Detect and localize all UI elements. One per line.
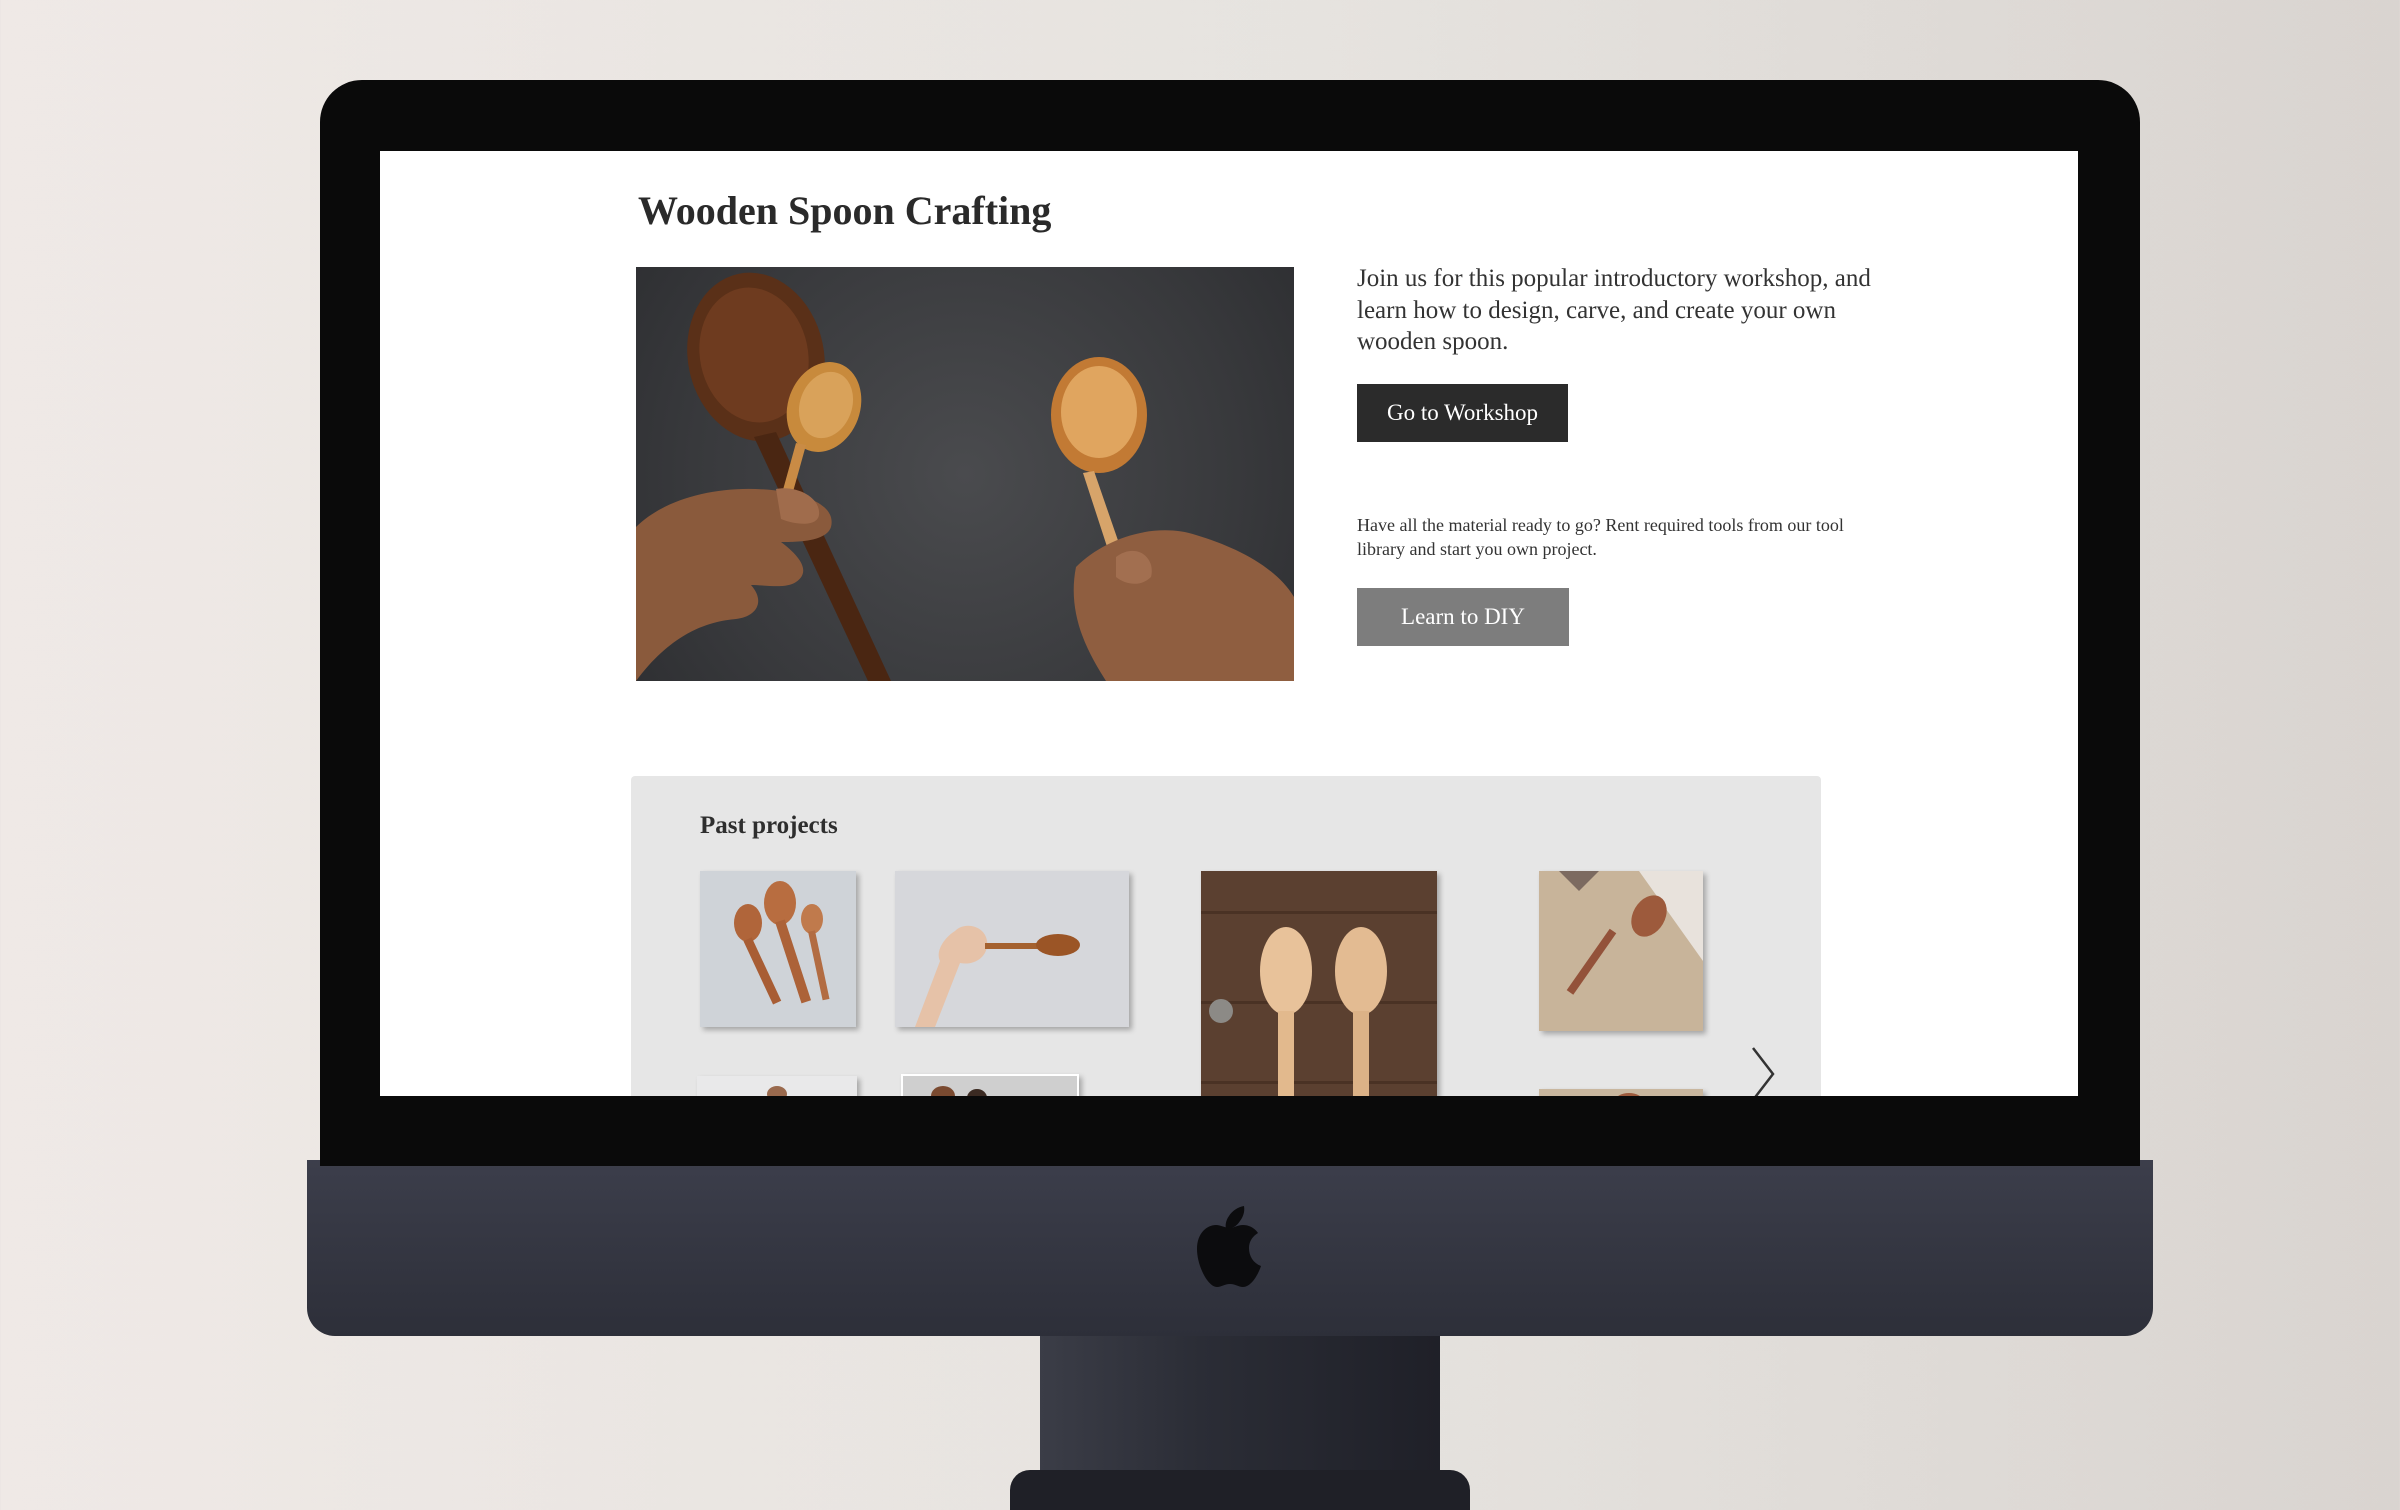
project-thumbnail[interactable] <box>1201 871 1437 1096</box>
monitor-stand-foot <box>1010 1470 1470 1510</box>
diy-description: Have all the material ready to go? Rent … <box>1357 515 1844 559</box>
project-thumbnail[interactable] <box>700 871 856 1027</box>
past-projects-section: Past projects <box>631 776 1821 1096</box>
chevron-right-icon[interactable] <box>1749 1046 1777 1096</box>
project-thumbnail[interactable] <box>697 1076 857 1096</box>
project-thumbnail[interactable] <box>1539 1089 1703 1096</box>
page-title: Wooden Spoon Crafting <box>638 188 1052 233</box>
apple-logo-icon <box>1197 1206 1261 1287</box>
monitor-chin <box>307 1160 2153 1336</box>
browser-screen: Wooden Spoon Crafting Join us for this p… <box>380 151 2078 1096</box>
project-thumbnail[interactable] <box>901 1074 1079 1096</box>
project-thumbnail[interactable] <box>1539 871 1703 1031</box>
workshop-description: Join us for this popular introductory wo… <box>1357 265 1871 355</box>
go-to-workshop-button[interactable]: Go to Workshop <box>1357 384 1568 442</box>
past-projects-title: Past projects <box>700 812 838 839</box>
hero-image <box>636 267 1294 681</box>
project-thumbnail[interactable] <box>895 871 1129 1027</box>
learn-to-diy-button[interactable]: Learn to DIY <box>1357 588 1569 646</box>
